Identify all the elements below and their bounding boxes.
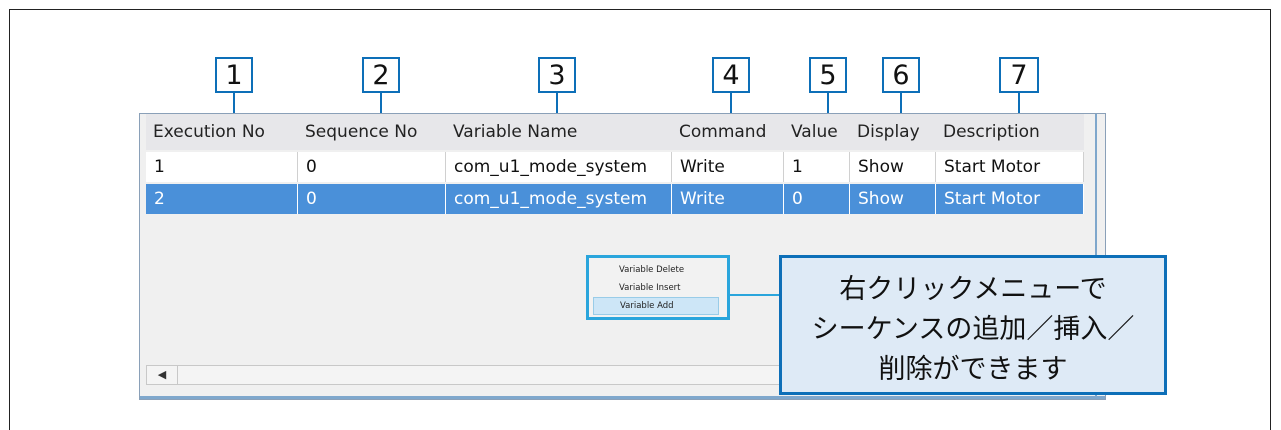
cell-sequence-no[interactable]: 0 xyxy=(298,152,446,182)
cell-display[interactable]: Show xyxy=(850,152,936,182)
explanation-note: 右クリックメニューで シーケンスの追加／挿入／ 削除ができます xyxy=(779,255,1167,395)
cell-command[interactable]: Write xyxy=(672,184,784,214)
column-header-sequence-no[interactable]: Sequence No xyxy=(298,114,446,150)
cell-variable-name[interactable]: com_u1_mode_system xyxy=(446,184,672,214)
callout-5: 5 xyxy=(809,57,847,93)
cell-sequence-no[interactable]: 0 xyxy=(298,184,446,214)
callout-1: 1 xyxy=(215,57,253,93)
cell-value[interactable]: 1 xyxy=(784,152,850,182)
menu-item-variable-delete[interactable]: Variable Delete xyxy=(593,261,719,279)
callout-connector-line xyxy=(730,294,779,296)
horizontal-scrollbar[interactable]: ◀ xyxy=(146,365,806,385)
context-menu: Variable Delete Variable Insert Variable… xyxy=(586,255,730,320)
note-line-2: シーケンスの追加／挿入／ xyxy=(811,314,1135,345)
cell-display[interactable]: Show xyxy=(850,184,936,214)
column-header-command[interactable]: Command xyxy=(672,114,784,150)
note-line-3: 削除ができます xyxy=(878,354,1068,385)
column-header-execution-no[interactable]: Execution No xyxy=(146,114,298,150)
cell-value[interactable]: 0 xyxy=(784,184,850,214)
callout-4: 4 xyxy=(712,57,750,93)
menu-item-variable-insert[interactable]: Variable Insert xyxy=(593,279,719,297)
callout-6: 6 xyxy=(882,57,920,93)
column-header-description[interactable]: Description xyxy=(936,114,1084,150)
note-line-1: 右クリックメニューで xyxy=(839,274,1107,305)
window-bottom-border xyxy=(140,396,1105,399)
callout-3: 3 xyxy=(538,57,576,93)
column-header-variable-name[interactable]: Variable Name xyxy=(446,114,672,150)
cell-command[interactable]: Write xyxy=(672,152,784,182)
callout-2: 2 xyxy=(362,57,400,93)
cell-execution-no[interactable]: 2 xyxy=(146,184,298,214)
cell-description[interactable]: Start Motor xyxy=(936,184,1084,214)
column-header-display[interactable]: Display xyxy=(850,114,936,150)
cell-variable-name[interactable]: com_u1_mode_system xyxy=(446,152,672,182)
left-arrow-icon[interactable]: ◀ xyxy=(147,366,178,384)
menu-item-variable-add[interactable]: Variable Add xyxy=(593,297,719,315)
cell-description[interactable]: Start Motor xyxy=(936,152,1084,182)
column-header-value[interactable]: Value xyxy=(784,114,850,150)
callout-7: 7 xyxy=(999,57,1039,93)
cell-execution-no[interactable]: 1 xyxy=(146,152,298,182)
